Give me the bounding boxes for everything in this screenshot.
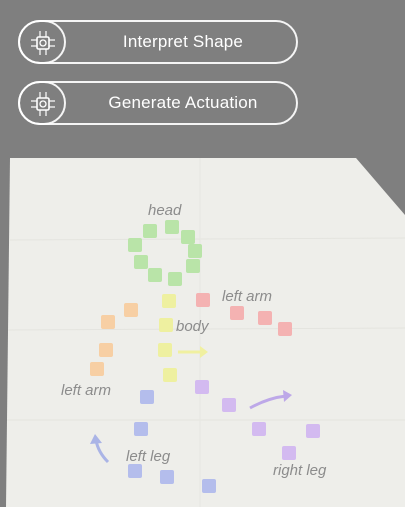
label-head: head	[148, 202, 182, 219]
leg-block	[282, 446, 296, 460]
leg-block	[252, 422, 266, 436]
leg-block	[140, 390, 154, 404]
leg-block	[202, 479, 216, 493]
leg-block	[160, 470, 174, 484]
mat-surface	[6, 158, 405, 507]
chip-icon	[18, 81, 66, 125]
head-block	[143, 224, 157, 238]
arm-block	[99, 343, 113, 357]
chip-icon	[31, 92, 55, 116]
head-block	[134, 255, 148, 269]
body-block	[159, 318, 173, 332]
leg-block	[134, 422, 148, 436]
label-body: body	[176, 318, 209, 335]
arm-block	[101, 315, 115, 329]
arm-block	[90, 362, 104, 376]
leg-block	[195, 380, 209, 394]
interpret-shape-button[interactable]: Interpret Shape	[18, 20, 298, 64]
chip-icon	[18, 20, 66, 64]
camera-view: head left arm body left arm left leg rig…	[0, 0, 405, 507]
body-block	[163, 368, 177, 382]
head-block	[181, 230, 195, 244]
head-block	[186, 259, 200, 273]
arm-block	[124, 303, 138, 317]
head-block	[128, 238, 142, 252]
head-block	[168, 272, 182, 286]
body-block	[162, 294, 176, 308]
arm-block	[196, 293, 210, 307]
arm-block	[258, 311, 272, 325]
label-right-leg: right leg	[273, 462, 327, 479]
head-block	[148, 268, 162, 282]
interpret-shape-label: Interpret Shape	[122, 32, 244, 51]
generate-actuation-label: Generate Actuation	[108, 93, 258, 112]
leg-block	[306, 424, 320, 438]
head-block	[165, 220, 179, 234]
label-left-arm-lower: left arm	[61, 382, 112, 399]
arm-block	[278, 322, 292, 336]
generate-actuation-button[interactable]: Generate Actuation	[18, 81, 298, 125]
leg-block	[222, 398, 236, 412]
body-block	[158, 343, 172, 357]
label-left-leg: left leg	[126, 448, 171, 465]
label-left-arm-upper: left arm	[222, 288, 273, 305]
chip-icon	[31, 31, 55, 55]
leg-block	[128, 464, 142, 478]
arm-block	[230, 306, 244, 320]
head-block	[188, 244, 202, 258]
